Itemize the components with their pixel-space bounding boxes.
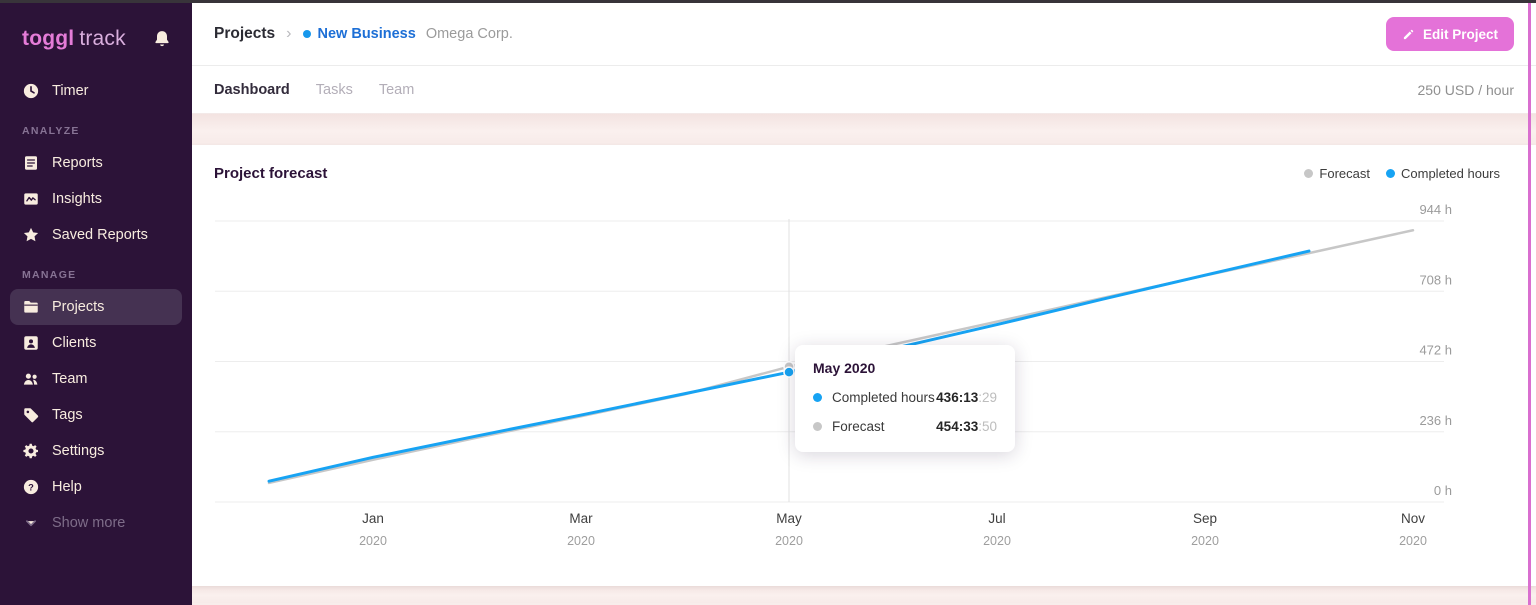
svg-text:?: ? <box>28 482 34 492</box>
sidebar-item-label: Help <box>52 479 82 495</box>
timer-icon <box>22 82 40 100</box>
client-icon <box>22 334 40 352</box>
x-axis-year-label: 2020 <box>775 534 803 548</box>
tooltip-row-forecast: Forecast 454:33:50 <box>813 419 997 434</box>
sidebar-show-more[interactable]: Show more <box>10 505 182 541</box>
x-axis-month-label: Mar <box>569 511 593 526</box>
tab-dashboard[interactable]: Dashboard <box>214 82 290 98</box>
sidebar-item-label: Reports <box>52 155 103 171</box>
tooltip-series-value: 454:33:50 <box>936 419 997 434</box>
reports-icon <box>22 154 40 172</box>
sidebar-item-reports[interactable]: Reports <box>10 145 182 181</box>
sidebar-item-label: Settings <box>52 443 105 459</box>
legend-dot-icon <box>1386 169 1395 178</box>
x-axis-month-label: Sep <box>1193 511 1217 526</box>
x-axis-year-label: 2020 <box>567 534 595 548</box>
sidebar-item-projects[interactable]: Projects <box>10 289 182 325</box>
folder-icon <box>22 298 40 316</box>
sidebar-item-label: Timer <box>52 83 89 99</box>
sidebar-item-tags[interactable]: Tags <box>10 397 182 433</box>
page-header: Projects › New Business Omega Corp. Edit… <box>192 3 1536 66</box>
x-axis-year-label: 2020 <box>1191 534 1219 548</box>
sidebar-item-label: Insights <box>52 191 102 207</box>
y-axis-tick-label: 472 h <box>1419 343 1452 358</box>
tooltip-series-name: Completed hours <box>832 390 935 405</box>
y-axis-tick-label: 236 h <box>1419 413 1452 428</box>
chart-legend: Forecast Completed hours <box>1304 166 1514 181</box>
x-axis-month-label: Jan <box>362 511 384 526</box>
tooltip-series-name: Forecast <box>832 419 885 434</box>
sidebar-item-saved-reports[interactable]: Saved Reports <box>10 217 182 253</box>
star-icon <box>22 226 40 244</box>
billable-rate-label: 250 USD / hour <box>1417 81 1515 98</box>
toggl-track-logo[interactable]: toggl track <box>22 27 126 51</box>
right-edge-accent-strip <box>1528 3 1531 605</box>
sidebar-item-team[interactable]: Team <box>10 361 182 397</box>
sidebar-item-label: Saved Reports <box>52 227 148 243</box>
x-axis-year-label: 2020 <box>1399 534 1427 548</box>
sidebar-item-help[interactable]: ? Help <box>10 469 182 505</box>
sidebar-item-label: Team <box>52 371 88 387</box>
legend-dot-icon <box>1304 169 1314 178</box>
project-forecast-card: Project forecast Forecast Completed hours… <box>192 145 1536 586</box>
tooltip-series-dot-icon <box>813 393 822 402</box>
pencil-icon <box>1402 28 1415 41</box>
logo-row: toggl track <box>0 3 192 51</box>
sidebar-item-settings[interactable]: Settings <box>10 433 182 469</box>
tab-team[interactable]: Team <box>379 82 414 98</box>
x-axis-month-label: Nov <box>1401 511 1425 526</box>
sidebar-item-label: Projects <box>52 299 105 315</box>
gear-icon <box>22 442 40 460</box>
x-axis-year-label: 2020 <box>983 534 1011 548</box>
show-more-label: Show more <box>52 515 126 531</box>
tab-bar: Dashboard Tasks Team 250 USD / hour <box>192 66 1536 114</box>
breadcrumb-separator-icon: › <box>286 25 292 42</box>
help-icon: ? <box>22 478 40 496</box>
tooltip-title: May 2020 <box>813 360 876 376</box>
sidebar-item-timer[interactable]: Timer <box>10 73 182 109</box>
sidebar-section-analyze: ANALYZE <box>22 125 80 137</box>
sidebar-item-label: Tags <box>52 407 83 423</box>
y-axis-tick-label: 0 h <box>1434 483 1452 498</box>
chart-title: Project forecast <box>214 165 328 182</box>
y-axis-tick-label: 708 h <box>1419 272 1452 287</box>
breadcrumb-client-name: Omega Corp. <box>425 26 513 42</box>
chart-tooltip: May 2020 Completed hours 436:13:29 Forecas… <box>795 345 1015 452</box>
sidebar-item-label: Clients <box>52 335 97 351</box>
edit-project-button[interactable]: Edit Project <box>1385 17 1514 51</box>
sidebar: toggl track Timer ANALYZE Reports Insights Sa… <box>0 3 192 605</box>
x-axis-year-label: 2020 <box>359 534 387 548</box>
section-separator-band <box>192 114 1536 145</box>
legend-label: Completed hours <box>1401 166 1500 181</box>
tooltip-series-dot-icon <box>813 422 822 431</box>
sidebar-item-insights[interactable]: Insights <box>10 181 182 217</box>
legend-item-completed-hours[interactable]: Completed hours <box>1386 166 1500 181</box>
legend-label: Forecast <box>1319 166 1370 181</box>
tooltip-series-value-seconds: :50 <box>978 419 997 434</box>
project-color-dot <box>302 30 311 38</box>
tab-tasks[interactable]: Tasks <box>316 82 353 98</box>
team-icon <box>22 370 40 388</box>
tooltip-series-value-seconds: :29 <box>978 390 997 405</box>
chevron-down-icon <box>22 514 40 532</box>
insights-icon <box>22 190 40 208</box>
sidebar-section-manage: MANAGE <box>22 269 77 281</box>
tag-icon <box>22 406 40 424</box>
sidebar-item-clients[interactable]: Clients <box>10 325 182 361</box>
legend-item-forecast[interactable]: Forecast <box>1304 166 1370 181</box>
sidebar-nav: Timer ANALYZE Reports Insights Saved Reports… <box>0 73 192 541</box>
data-point-dot-completed-hours[interactable] <box>783 366 795 378</box>
y-axis-tick-label: 944 h <box>1419 202 1452 217</box>
main-content: Projects › New Business Omega Corp. Edit… <box>192 3 1536 605</box>
window-top-strip <box>0 0 1536 3</box>
notifications-bell-icon[interactable] <box>152 29 172 49</box>
x-axis-month-label: May <box>776 511 802 526</box>
tooltip-row-completed-hours: Completed hours 436:13:29 <box>813 390 997 405</box>
tooltip-series-value: 436:13:29 <box>936 390 997 405</box>
x-axis-month-label: Jul <box>988 511 1005 526</box>
bottom-separator-band <box>192 586 1536 603</box>
breadcrumb-project-name[interactable]: New Business <box>318 26 416 42</box>
breadcrumb-root[interactable]: Projects <box>214 25 275 43</box>
